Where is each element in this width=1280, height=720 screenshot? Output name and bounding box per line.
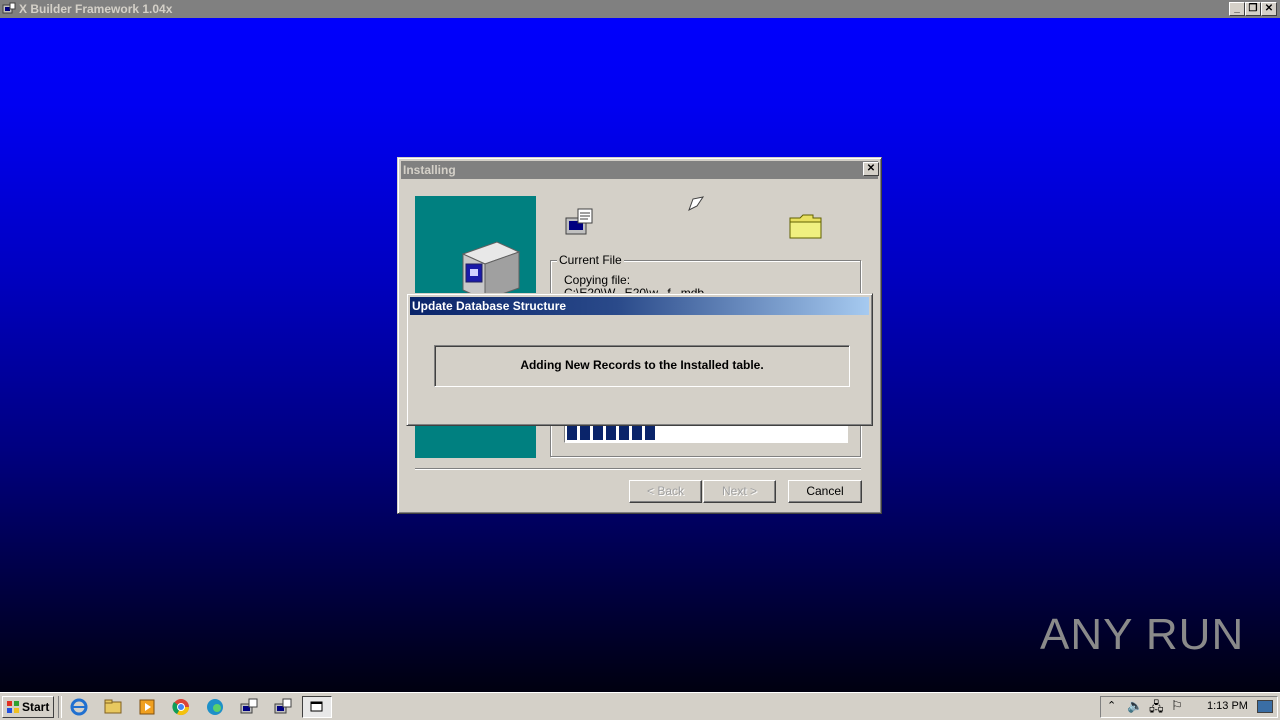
- back-button[interactable]: < Back: [629, 480, 702, 503]
- cancel-button[interactable]: Cancel: [788, 480, 862, 503]
- network-icon[interactable]: 🖧: [1149, 698, 1164, 720]
- installing-close-button[interactable]: ✕: [863, 162, 879, 176]
- chrome-icon[interactable]: [170, 697, 192, 717]
- progress-block: [619, 426, 629, 440]
- dialog-title-bar[interactable]: Update Database Structure: [410, 297, 869, 315]
- show-desktop-icon[interactable]: [1257, 700, 1273, 713]
- tray-expand-icon[interactable]: ⌃: [1107, 699, 1116, 712]
- progress-fill: [567, 426, 658, 440]
- active-task-button[interactable]: [302, 696, 332, 718]
- flag-icon[interactable]: ⚐: [1171, 698, 1183, 714]
- ie-icon[interactable]: [68, 697, 90, 717]
- dialog-message: Adding New Records to the Installed tabl…: [520, 358, 764, 372]
- clock[interactable]: 1:13 PM: [1207, 700, 1248, 712]
- copying-label: Copying file:: [564, 273, 631, 287]
- app-title-bar[interactable]: X Builder Framework 1.04x _ ❐ ✕: [0, 0, 1280, 18]
- system-tray: ⌃ 🔈 🖧 ⚐ 1:13 PM: [1100, 696, 1278, 718]
- watermark: ANY RUN: [1040, 610, 1244, 660]
- dialog-title: Update Database Structure: [412, 299, 567, 313]
- installing-title: Installing: [403, 163, 456, 177]
- edge-icon[interactable]: [204, 697, 226, 717]
- progress-block: [593, 426, 603, 440]
- progress-block: [632, 426, 642, 440]
- dialog-message-box: Adding New Records to the Installed tabl…: [434, 345, 850, 387]
- progress-block: [580, 426, 590, 440]
- app-setup-icon: [2, 2, 16, 14]
- taskbar-divider: [58, 696, 62, 718]
- start-label: Start: [22, 700, 50, 714]
- update-database-dialog: Update Database Structure Adding New Rec…: [406, 293, 873, 426]
- taskbar: Start ⌃ 🔈 🖧 ⚐ 1:13 PM: [0, 692, 1280, 720]
- explorer-folder-icon[interactable]: [102, 697, 124, 717]
- windows-logo-icon: [7, 701, 19, 713]
- volume-icon[interactable]: 🔈: [1127, 698, 1143, 714]
- progress-block: [567, 426, 577, 440]
- progress-block: [645, 426, 655, 440]
- minimize-button[interactable]: _: [1229, 2, 1245, 16]
- restore-button[interactable]: ❐: [1245, 2, 1261, 16]
- progress-bar: [564, 423, 848, 443]
- close-app-button[interactable]: ✕: [1261, 2, 1277, 16]
- flying-paper-icon: [688, 196, 705, 212]
- setup-taskbar-icon-1[interactable]: [238, 697, 260, 717]
- current-file-label: Current File: [557, 253, 624, 267]
- window-task-icon: [310, 701, 323, 712]
- installing-title-bar[interactable]: Installing: [401, 161, 878, 179]
- setup-taskbar-icon-2[interactable]: [272, 697, 294, 717]
- setup-computer-icon: [565, 208, 593, 235]
- progress-block: [606, 426, 616, 440]
- watermark-text: ANY RUN: [1040, 610, 1245, 659]
- folder-icon: [789, 214, 822, 239]
- app-title: X Builder Framework 1.04x: [19, 2, 173, 16]
- next-button[interactable]: Next >: [703, 480, 776, 503]
- separator: [415, 468, 861, 470]
- start-button[interactable]: Start: [2, 696, 54, 718]
- media-player-icon[interactable]: [136, 697, 158, 717]
